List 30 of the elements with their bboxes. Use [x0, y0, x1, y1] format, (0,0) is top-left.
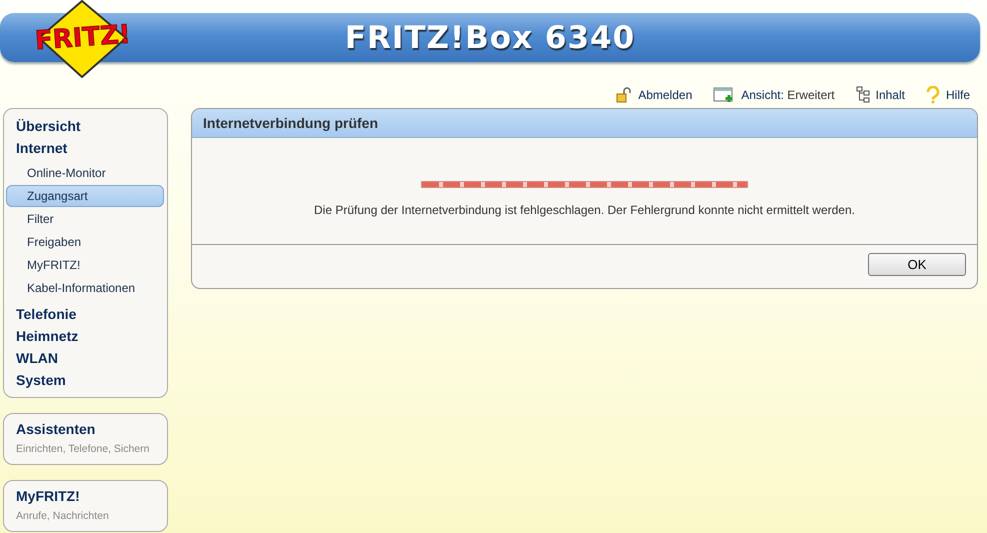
card-title: Assistenten	[16, 421, 96, 437]
logout-link[interactable]: Abmelden	[616, 87, 692, 103]
help-icon	[926, 86, 940, 104]
card-subtitle: Anrufe, Nachrichten	[16, 510, 110, 522]
nav-subitem[interactable]: Filter	[6, 208, 164, 230]
nav-item[interactable]: Übersicht	[6, 115, 164, 137]
card-title: MyFRITZ!	[16, 488, 81, 504]
product-title: FRITZ!Box 6340	[344, 20, 636, 56]
nav-subitem[interactable]: Online-Monitor	[6, 162, 164, 184]
nav-item[interactable]: Telefonie	[6, 303, 164, 325]
nav-item[interactable]: Heimnetz	[6, 325, 164, 347]
nav-subitem[interactable]: Zugangsart	[6, 185, 164, 207]
nav-subitem[interactable]: Freigaben	[6, 231, 164, 253]
nav-item[interactable]: WLAN	[6, 347, 164, 369]
nav-item[interactable]: System	[6, 369, 164, 391]
shortcut-card[interactable]: Assistenten Einrichten, Telefone, Sichern	[3, 413, 168, 465]
error-message: Die Prüfung der Internetverbindung ist fehlgeschlagen. Der Fehlergrund konnte nicht ermittelt werden.	[314, 203, 855, 217]
sitemap-icon	[856, 86, 870, 104]
nav-item[interactable]: Internet	[6, 137, 164, 159]
nav-subitem[interactable]: MyFRITZ!	[6, 254, 164, 276]
nav-subitem[interactable]: Kabel-Informationen	[6, 277, 164, 299]
help-link[interactable]: Hilfe	[926, 86, 970, 104]
panel-title: Internetverbindung prüfen	[192, 109, 977, 138]
card-subtitle: Einrichten, Telefone, Sichern	[16, 443, 150, 455]
content-link[interactable]: Inhalt	[856, 86, 905, 104]
shortcut-card[interactable]: MyFRITZ! Anrufe, Nachrichten	[3, 480, 168, 532]
lock-icon	[616, 87, 632, 103]
window-add-icon	[713, 87, 736, 103]
ok-button[interactable]: OK	[868, 253, 966, 276]
view-link[interactable]: Ansicht: Erweitert	[713, 87, 835, 103]
